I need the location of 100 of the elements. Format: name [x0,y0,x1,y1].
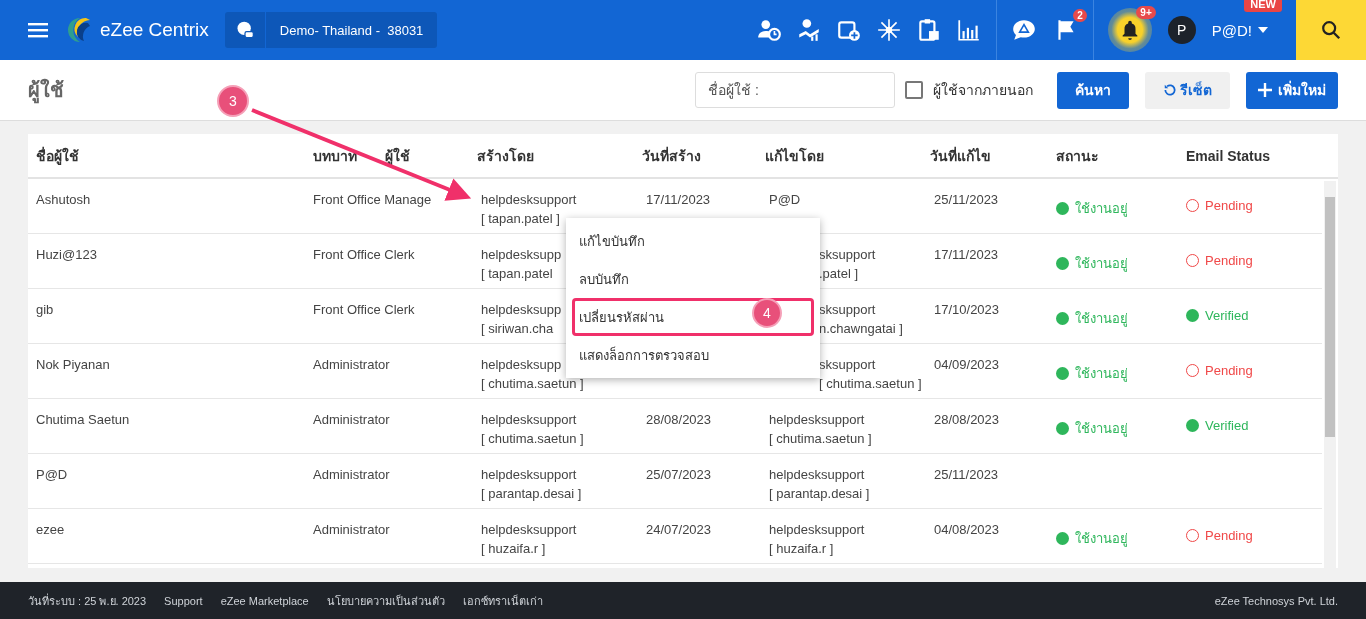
column-header[interactable]: วันที่สร้าง [642,144,765,167]
column-header[interactable]: แก้ไขโดย [765,144,930,167]
status-dot-icon [1056,367,1069,380]
user-name[interactable]: P@D! [1211,21,1252,39]
footer-link[interactable]: Support [164,594,203,607]
status-label: ใช้งานอยู่ [1075,420,1128,439]
table-cell-text: helpdesksupport [ huzaifa.r ] [481,521,577,558]
property-selector[interactable]: Demo- Thailand - 38031 [224,12,438,48]
status-dot-icon [1056,312,1069,325]
table-cell: 17/11/2023 [646,192,711,207]
column-header[interactable]: สร้างโดย [477,144,642,167]
column-header[interactable]: Email Status [1186,147,1338,164]
add-button[interactable]: เพิ่มใหม่ [1246,71,1338,109]
user-clock-icon[interactable] [755,17,782,43]
table-cell: 24/07/2023 [646,522,712,537]
email-status: Verified [1205,418,1249,433]
footer-link[interactable]: เอกซ์ทราเน็ตเก่า [462,591,543,610]
table-cell-text: P@D [769,191,801,209]
email-status: Pending [1205,528,1253,543]
table-cell-text: 25/11/2023 [933,466,1000,484]
table-cell-text: gib [36,301,55,319]
menu-item[interactable]: แสดงล็อกการตรวจสอบ [566,336,820,374]
table-cell: 25/07/2023 [646,467,712,482]
footer-link[interactable]: นโยบายความเป็นส่วนตัว [326,591,445,610]
status-label: ใช้งานอยู่ [1075,255,1128,274]
table-cell-text: sksupport .patel ] [819,246,876,283]
reset-button[interactable]: รีเซ็ต [1145,71,1230,109]
table-cell-text: Chutima Saetun [36,411,131,429]
search-button[interactable]: ค้นหา [1057,71,1129,109]
footer-link[interactable]: eZee Marketplace [220,594,309,607]
bar-chart-icon[interactable] [955,17,982,43]
verified-icon [1186,419,1199,432]
notification-count: 2 [1073,9,1087,22]
search-icon [1320,19,1342,41]
column-header[interactable]: ผู้ใช้ [385,144,410,167]
table-cell-text: 17/11/2023 [933,246,1000,264]
status-label: ใช้งานอยู่ [1075,310,1128,329]
table-cell-text: Huzi@123 [36,246,98,264]
email-status: Pending [1205,363,1253,378]
step-marker: 3 [217,85,249,117]
table-cell-text: Administrator [313,521,391,539]
username-field[interactable]: ชื่อผู้ใช้ : [695,72,895,108]
table-cell-text: 04/09/2023 [933,356,1001,374]
scrollbar[interactable] [1324,181,1336,568]
email-status: Pending [1205,198,1253,213]
column-header[interactable]: วันที่แก้ไข [930,144,1056,167]
menu-icon[interactable] [28,21,50,39]
table-cell-text: Nok Piyanan [36,356,111,374]
email-status: Pending [1205,253,1253,268]
table-cell-text: Front Office Manage [313,191,433,209]
table-cell-text: Administrator [313,411,391,429]
brand-name: eZee Centrix [100,19,209,41]
table-cell-text: P@D [36,466,69,484]
table-cell-text: helpdesksupp [ tapan.patel [481,246,562,283]
network-icon[interactable] [875,17,902,43]
step-marker: 4 [752,298,782,328]
table-cell-text: 28/08/2023 [933,411,1001,429]
search-button[interactable] [1296,0,1366,60]
status-dot-icon [1056,532,1069,545]
notification-count: 9+ [1136,6,1156,19]
column-header[interactable]: บทบาท [313,144,357,167]
table-cell-text: 25/11/2023 [933,191,1000,209]
table-cell-text: helpdesksupp [ siriwan.cha [481,301,562,338]
status-dot-icon [1056,202,1069,215]
table-cell-text: helpdesksupport [ chutima.saetun ] [769,411,872,448]
column-header[interactable]: สถานะ [1056,144,1186,167]
table-cell-text: Front Office Clerk [313,301,416,319]
table-cell-text: Administrator [313,466,391,484]
caret-icon[interactable] [1258,27,1268,33]
table-cell-text: sksupport n.chawngatai ] [819,301,903,338]
table-cell-text: helpdesksupport [ huzaifa.r ] [769,521,865,558]
column-header[interactable]: ชื่อผู้ใช้ [36,144,313,167]
verified-icon [1186,309,1199,322]
table-cell-text: Administrator [313,356,391,374]
table-cell-text: helpdesksupport [ chutima.saetun ] [481,411,584,448]
table-cell-text: 04/08/2023 [933,521,1001,539]
table-cell-text: Ashutosh [36,191,92,209]
status-dot-icon [1056,422,1069,435]
table-cell-text: 17/10/2023 [933,301,1001,319]
new-badge: NEW [1244,0,1282,12]
menu-item[interactable]: ลบบันทึก [566,260,820,298]
checkbox[interactable] [905,81,923,99]
table-cell-text: sksupport [ chutima.saetun ] [819,356,922,393]
status-label: ใช้งานอยู่ [1075,530,1128,549]
table-cell-text: helpdesksupport [ parantap.desai ] [769,466,870,503]
chat-warning-icon[interactable] [1010,17,1037,43]
checkbox-label: ผู้ใช้จากภายนอก [933,81,1033,101]
reset-icon [1163,83,1177,97]
avatar[interactable]: P [1167,16,1196,44]
status-label: ใช้งานอยู่ [1075,365,1128,384]
email-status: Verified [1205,308,1249,323]
status-label: ใช้งานอยู่ [1075,200,1128,219]
page-title: ผู้ใช้ [28,74,64,106]
system-date: วันที่ระบบ : 25 พ.ย. 2023 [28,592,147,609]
table-cell-text: helpdesksupport [ parantap.desai ] [481,466,582,503]
company-name: eZee Technosys Pvt. Ltd. [1214,594,1338,607]
table-cell-text: ezee [36,521,66,539]
plus-icon [1258,83,1272,97]
table-cell: 28/08/2023 [646,412,712,427]
table-cell-text: Front Office Clerk [313,246,416,264]
